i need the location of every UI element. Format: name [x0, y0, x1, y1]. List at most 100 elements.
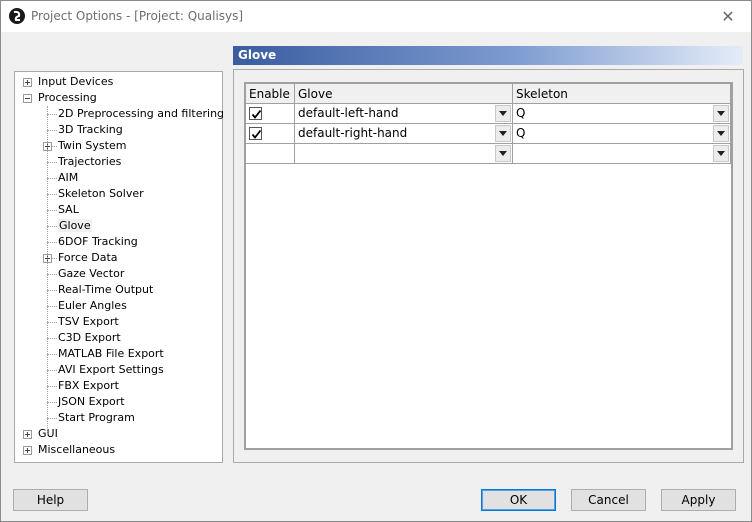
- dropdown-arrow-button[interactable]: [495, 105, 511, 122]
- tree-item-miscellaneous[interactable]: Miscellaneous: [38, 442, 115, 458]
- chevron-down-icon: [499, 111, 507, 116]
- tree-item-6dof-tracking[interactable]: 6DOF Tracking: [58, 234, 138, 250]
- apply-button[interactable]: Apply: [661, 489, 736, 511]
- tree-item-sal[interactable]: SAL: [58, 202, 79, 218]
- tree-connector: [47, 210, 57, 211]
- window-title: Project Options - [Project: Qualisys]: [31, 9, 244, 23]
- enable-checkbox[interactable]: [249, 127, 262, 140]
- tree-connector: [47, 306, 57, 307]
- tree-item-trajectories[interactable]: Trajectories: [58, 154, 121, 170]
- tree-item-label: Gaze Vector: [58, 267, 125, 280]
- glove-dropdown[interactable]: default-right-hand: [295, 124, 513, 144]
- glove-settings-panel: Enable Glove Skeleton default-left-hand Qdef…: [233, 69, 744, 463]
- skeleton-dropdown[interactable]: Q: [513, 124, 731, 144]
- chevron-down-icon: [499, 131, 507, 136]
- glove-dropdown[interactable]: default-left-hand: [295, 104, 513, 124]
- tree-item-real-time-output[interactable]: Real-Time Output: [58, 282, 153, 298]
- glove-dropdown[interactable]: [295, 144, 513, 164]
- enable-cell: [246, 104, 295, 124]
- skeleton-value: Q: [516, 126, 526, 140]
- skeleton-dropdown[interactable]: Q: [513, 104, 731, 124]
- tree-item-fbx-export[interactable]: FBX Export: [58, 378, 119, 394]
- tree-item-label: 2D Preprocessing and filtering: [58, 107, 225, 120]
- tree-item-tsv-export[interactable]: TSV Export: [58, 314, 119, 330]
- check-icon: [251, 129, 262, 139]
- enable-checkbox[interactable]: [249, 107, 262, 120]
- column-header-skeleton[interactable]: Skeleton: [513, 84, 731, 104]
- page-header: Glove: [233, 46, 743, 65]
- cancel-button[interactable]: Cancel: [571, 489, 646, 511]
- tree-item-glove[interactable]: Glove: [58, 218, 92, 234]
- tree-item-skeleton-solver[interactable]: Skeleton Solver: [58, 186, 144, 202]
- tree-connector: [47, 178, 57, 179]
- tree-item-json-export[interactable]: JSON Export: [58, 394, 125, 410]
- glove-value: default-left-hand: [298, 106, 399, 120]
- tree-connector: [47, 290, 57, 291]
- tree-item-label: Start Program: [58, 411, 135, 424]
- collapse-icon[interactable]: [23, 94, 32, 103]
- dropdown-arrow-button[interactable]: [713, 125, 729, 142]
- tree-item-label: AIM: [58, 171, 79, 184]
- expand-icon[interactable]: [23, 78, 32, 87]
- tree-item-3d-tracking[interactable]: 3D Tracking: [58, 122, 123, 138]
- tree-item-twin-system[interactable]: Twin System: [58, 138, 126, 154]
- tree-item-matlab-file-export[interactable]: MATLAB File Export: [58, 346, 164, 362]
- tree-connector: [47, 162, 57, 163]
- tree-item-gaze-vector[interactable]: Gaze Vector: [58, 266, 124, 282]
- page-title: Glove: [238, 48, 277, 62]
- dropdown-arrow-button[interactable]: [713, 105, 729, 122]
- tree-item-force-data[interactable]: Force Data: [58, 250, 118, 266]
- tree-item-label: Trajectories: [58, 155, 122, 168]
- tree-item-avi-export-settings[interactable]: AVI Export Settings: [58, 362, 164, 378]
- tree-connector: [47, 114, 57, 115]
- tree-connector: [47, 338, 57, 339]
- close-button[interactable]: ✕: [705, 1, 751, 32]
- tree-item-label: Glove: [58, 219, 92, 232]
- tree-item-label: FBX Export: [58, 379, 119, 392]
- chevron-down-icon: [717, 151, 725, 156]
- tree-item-processing[interactable]: Processing: [38, 90, 97, 106]
- tree-item-label: JSON Export: [58, 395, 125, 408]
- enable-cell: [246, 144, 295, 164]
- tree-item-aim[interactable]: AIM: [58, 170, 78, 186]
- dropdown-arrow-button[interactable]: [495, 145, 511, 162]
- tree-connector: [47, 194, 57, 195]
- dropdown-arrow-button[interactable]: [713, 145, 729, 162]
- tree-item-label: 3D Tracking: [58, 123, 123, 136]
- chevron-down-icon: [499, 151, 507, 156]
- tree-connector: [47, 274, 57, 275]
- tree-item-input-devices[interactable]: Input Devices: [38, 74, 113, 90]
- column-header-enable[interactable]: Enable: [246, 84, 295, 104]
- tree-item-euler-angles[interactable]: Euler Angles: [58, 298, 127, 314]
- project-options-window: Project Options - [Project: Qualisys] ✕ …: [0, 0, 752, 522]
- tree-connector: [47, 386, 57, 387]
- tree-item-label: Input Devices: [38, 75, 114, 88]
- tree-connector: [47, 354, 57, 355]
- expand-icon[interactable]: [23, 430, 32, 439]
- tree-connector: [47, 370, 57, 371]
- close-icon: ✕: [721, 7, 735, 26]
- help-button[interactable]: Help: [13, 489, 88, 511]
- tree-item-label: Twin System: [58, 139, 127, 152]
- chevron-down-icon: [717, 111, 725, 116]
- column-header-glove[interactable]: Glove: [295, 84, 513, 104]
- dropdown-arrow-button[interactable]: [495, 125, 511, 142]
- options-tree[interactable]: Input Devices Processing 2D Preprocessing …: [14, 71, 224, 463]
- ok-button[interactable]: OK: [481, 489, 556, 511]
- tree-item-label: Euler Angles: [58, 299, 127, 312]
- tree-item-start-program[interactable]: Start Program: [58, 410, 135, 426]
- tree-connector: [47, 402, 57, 403]
- tree-item-label: MATLAB File Export: [58, 347, 164, 360]
- tree-item-label: Force Data: [58, 251, 118, 264]
- tree-item-label: Real-Time Output: [58, 283, 154, 296]
- title-bar: Project Options - [Project: Qualisys] ✕: [1, 1, 751, 32]
- tree-connector: [47, 242, 57, 243]
- expand-icon[interactable]: [23, 446, 32, 455]
- chevron-down-icon: [717, 131, 725, 136]
- tree-item-c3d-export[interactable]: C3D Export: [58, 330, 121, 346]
- skeleton-dropdown[interactable]: [513, 144, 731, 164]
- tree-item-label: Processing: [38, 91, 97, 104]
- tree-connector: [47, 226, 57, 227]
- skeleton-value: Q: [516, 106, 526, 120]
- tree-item-2d-preprocessing-and-filtering[interactable]: 2D Preprocessing and filtering: [58, 106, 224, 122]
